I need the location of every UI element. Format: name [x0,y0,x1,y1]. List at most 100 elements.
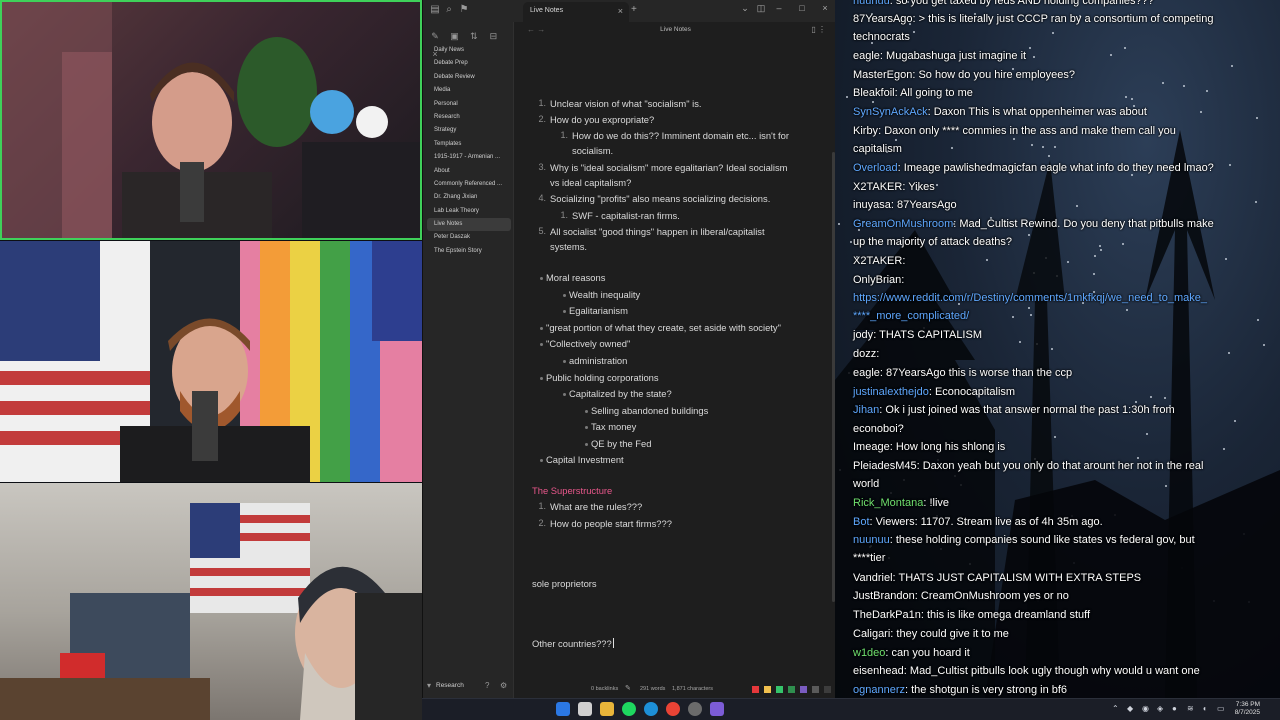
color-swatch[interactable] [776,686,783,693]
tray-app-icon[interactable]: ● [1172,704,1177,713]
chat-username[interactable]: X2TAKER [853,255,902,267]
chat-text: so you get taxed by feds AND holding com… [895,0,1154,7]
minimize-icon[interactable]: – [772,3,786,13]
sidebar-item[interactable]: Research [427,111,511,124]
sidebar-item[interactable]: Lab Leak Theory [427,205,511,218]
tray-app-icon[interactable]: ◆ [1127,704,1133,713]
collapse-icon[interactable]: ⊟ [487,30,499,42]
sidebar-item[interactable]: Debate Review [427,71,511,84]
vault-switcher[interactable]: ▾ Research ? ⚙ [423,676,514,698]
chat-message: X2TAKER: [853,252,1258,270]
sidebar-item[interactable]: Daily News [427,44,511,57]
close-icon[interactable]: × [818,3,832,13]
chat-username[interactable]: nuunuu [853,0,890,7]
wifi-icon[interactable]: ≋ [1187,704,1194,713]
chat-username[interactable]: Imeage [853,441,890,453]
chat-username[interactable]: justinalexthejdo [853,386,929,398]
color-swatch[interactable] [752,686,759,693]
chat-username[interactable]: PleiadesM45 [853,460,917,472]
sort-icon[interactable]: ⇅ [468,30,480,42]
reading-mode-icon[interactable]: ▯ ⋮ [811,25,826,34]
new-tab-icon[interactable]: + [631,4,637,15]
chat-username[interactable]: Caligari [853,628,890,640]
split-view-icon[interactable]: ◫ [754,3,768,14]
sidebar-item[interactable]: Media [427,84,511,97]
list-number: 1. [560,210,568,220]
chat-username[interactable]: eagle [853,367,880,379]
tab-live-notes[interactable]: Live Notes × [523,2,629,22]
system-clock[interactable]: 7:36 PM 8/7/2025 [1235,701,1260,717]
chat-username[interactable]: X2TAKER [853,181,902,193]
obsidian-icon[interactable] [710,702,724,716]
list-number: 2. [538,518,546,528]
chat-username[interactable]: inuyasa [853,199,891,211]
chat-username[interactable]: w1deo [853,647,885,659]
chat-username[interactable]: TheDarkPa1n [853,609,921,621]
tab-close-icon[interactable]: × [618,2,623,20]
sidebar-item[interactable]: Peter Daszak [427,231,511,244]
task-view-icon[interactable] [578,702,592,716]
chat-username[interactable]: eisenhead [853,665,904,677]
sidebar-item[interactable]: Strategy [427,124,511,137]
chat-username[interactable]: MasterEgon [853,69,912,81]
sidebar-item[interactable]: Live Notes [427,218,511,232]
settings-gear-icon[interactable]: ⚙ [500,681,507,690]
chat-message: w1deo: can you hoard it [853,644,1258,662]
edit-icon[interactable]: ✎ [625,684,631,692]
spotify-icon[interactable] [622,702,636,716]
color-swatch[interactable] [764,686,771,693]
chat-username[interactable]: GreamOnMushroom [853,218,953,230]
bookmark-icon[interactable]: ⚑ [458,4,470,16]
sidebar-toggle-icon[interactable]: ▤ [429,4,441,16]
chat-username[interactable]: Bot [853,516,870,528]
chat-username[interactable]: Rick_Montana [853,497,923,509]
maximize-icon[interactable]: □ [795,3,809,13]
chat-username[interactable]: SynSynAckAck [853,106,928,118]
chat-text-continuation[interactable]: https://www.reddit.com/r/Destiny/comment… [853,292,1207,304]
backlinks-count[interactable]: 0 backlinks [591,686,618,692]
chat-username[interactable]: Jihan [853,404,879,416]
color-swatch[interactable] [800,686,807,693]
sidebar-item[interactable]: 1915-1917 - Armenian ... [427,151,511,164]
sidebar-item[interactable]: Personal [427,98,511,111]
chat-username[interactable]: dozz [853,348,876,360]
edge-browser-icon[interactable] [644,702,658,716]
chat-username[interactable]: nuunuu [853,534,890,546]
chat-username[interactable]: OnlyBrian [853,274,901,286]
file-explorer-icon[interactable] [600,702,614,716]
chat-username[interactable]: 87YearsAgo [853,13,913,25]
chat-username[interactable]: Kirby [853,125,878,137]
sidebar-item[interactable]: The Epstein Story [427,245,511,258]
search-icon[interactable]: ⌕ [443,4,455,16]
chat-username[interactable]: JustBrandon [853,590,915,602]
new-folder-icon[interactable]: ▣ [448,30,460,42]
chat-username[interactable]: jody [853,329,873,341]
start-menu-icon[interactable] [556,702,570,716]
sidebar-item[interactable]: Dr. Zhang Jixian [427,191,511,204]
battery-icon[interactable]: ▭ [1217,704,1225,713]
help-icon[interactable]: ? [485,681,489,690]
chevron-down-icon[interactable]: ⌄ [738,3,752,14]
app-icon[interactable] [688,702,702,716]
chat-text-continuation[interactable]: ****_more_complicated/ [853,310,969,322]
new-note-icon[interactable]: ✎ [429,30,441,42]
sidebar-item[interactable]: About [427,165,511,178]
color-swatch[interactable] [812,686,819,693]
sidebar-item[interactable]: Templates [427,138,511,151]
color-swatch[interactable] [788,686,795,693]
volume-icon[interactable]: ◖ [1202,704,1207,713]
sidebar-item[interactable]: Commonly Referenced ... [427,178,511,191]
chat-username[interactable]: Vandriel [853,572,893,584]
tray-app-icon[interactable]: ◈ [1157,704,1163,713]
chrome-browser-icon[interactable] [666,702,680,716]
chat-username[interactable]: Overload [853,162,898,174]
chat-message: econoboi? [853,420,1258,438]
note-editor[interactable]: ← → Live Notes ▯ ⋮ 1. Unclear vision of w… [515,22,836,676]
color-swatch[interactable] [824,686,831,693]
chat-username[interactable]: Bleakfoil [853,87,895,99]
chat-username[interactable]: eagle [853,50,880,62]
sidebar-item[interactable]: Debate Prep [427,57,511,70]
tray-chevron-icon[interactable]: ⌃ [1112,704,1119,713]
chat-username[interactable]: ognannerz [853,684,905,696]
tray-discord-icon[interactable]: ◉ [1142,704,1149,713]
